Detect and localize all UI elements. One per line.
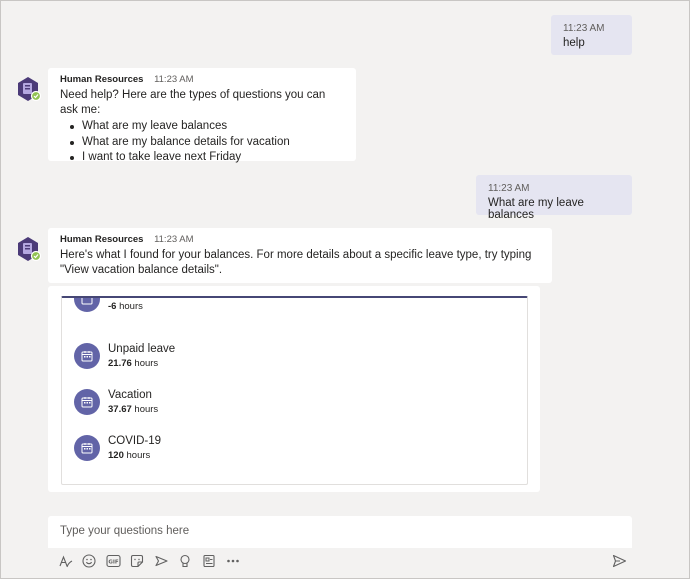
compose-toolbar: GIF (56, 552, 242, 572)
calendar-icon (74, 343, 100, 369)
format-icon[interactable] (56, 552, 74, 570)
praise-icon[interactable] (176, 552, 194, 570)
calendar-icon (74, 298, 100, 312)
leave-name: COVID-19 (108, 435, 162, 447)
balance-card[interactable]: -6 hours Unpaid leave 21.76 hours Vacati… (61, 296, 528, 485)
emoji-icon[interactable] (80, 552, 98, 570)
bot-avatar[interactable] (15, 236, 42, 262)
message-time: 11:23 AM (563, 23, 605, 34)
leave-name: Vacation (108, 389, 152, 401)
message-text: Here's what I found for your balances. F… (60, 249, 532, 276)
leave-hours: 21.76 hours (108, 358, 159, 369)
hr-bot-icon (18, 77, 42, 102)
compose-box (48, 516, 632, 548)
meet-now-icon[interactable] (152, 552, 170, 570)
bot-message-help: Human Resources 11:23 AM Need help? Here… (48, 68, 356, 163)
list-item: I want to take leave next Friday (70, 150, 344, 166)
my-message-help: 11:23 AM help (551, 15, 632, 55)
chat-window: 11:23 AM help Human Resources 11:23 AM N… (0, 0, 690, 579)
list-item: What are my balance details for vacation (70, 135, 344, 151)
message-text: What are my leave balances (488, 197, 584, 221)
message-input[interactable] (48, 516, 632, 546)
leave-hours: -6 hours (108, 301, 143, 312)
message-time: 11:23 AM (488, 183, 530, 194)
send-icon (612, 554, 626, 568)
forms-icon[interactable] (200, 552, 218, 570)
message-text: Need help? Here are the types of questio… (60, 89, 326, 116)
calendar-icon (74, 435, 100, 461)
calendar-icon (74, 389, 100, 415)
leave-name: Unpaid leave (108, 343, 176, 355)
message-time: 11:23 AM (154, 74, 194, 85)
svg-text:GIF: GIF (108, 560, 119, 566)
sticker-icon[interactable] (128, 552, 146, 570)
send-button[interactable] (610, 552, 628, 570)
message-time: 11:23 AM (154, 234, 194, 245)
suggestion-list: What are my leave balances What are my b… (60, 119, 344, 166)
bot-message-balances: Human Resources 11:23 AM Here's what I f… (48, 228, 552, 283)
message-text: help (563, 37, 585, 49)
message-meta: Human Resources 11:23 AM (60, 234, 540, 245)
leave-hours: 120 hours (108, 450, 151, 461)
list-item: What are my leave balances (70, 119, 344, 135)
sender-name: Human Resources (60, 234, 144, 245)
balance-card-container: -6 hours Unpaid leave 21.76 hours Vacati… (48, 286, 540, 492)
hr-bot-icon (18, 237, 42, 262)
sender-name: Human Resources (60, 74, 144, 85)
bot-avatar[interactable] (15, 76, 42, 102)
message-meta: Human Resources 11:23 AM (60, 74, 344, 85)
more-options-icon[interactable] (224, 552, 242, 570)
my-message-balances: 11:23 AM What are my leave balances (476, 175, 632, 221)
leave-hours: 37.67 hours (108, 404, 159, 415)
gif-icon[interactable]: GIF (104, 552, 122, 570)
